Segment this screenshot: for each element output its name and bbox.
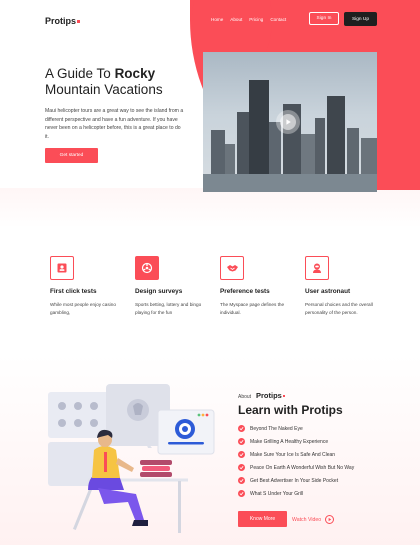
list-item: Make Sure Your Ice Is Safe And Clean xyxy=(238,448,354,461)
feature-user-astronaut: User astronaut Personal choices and the … xyxy=(305,256,385,316)
feature-first-click-tests: First click tests While most people enjo… xyxy=(50,256,130,316)
sign-in-button[interactable]: Sign In xyxy=(309,12,339,25)
hero-description: Maui helicopter tours are a great way to… xyxy=(45,108,184,140)
watch-video-label: Watch Video xyxy=(292,516,322,523)
about-checklist: Beyond The Naked Eye Make Grilling A Hea… xyxy=(238,422,354,500)
play-video-button[interactable] xyxy=(276,110,300,134)
nav-contact[interactable]: Contact xyxy=(270,17,286,22)
feature-title: User astronaut xyxy=(305,288,351,295)
play-icon xyxy=(286,119,291,125)
feature-preference-tests: Preference tests The Myspace page define… xyxy=(220,256,300,316)
watch-video-button[interactable]: Watch Video xyxy=(292,515,335,524)
feature-design-surveys: Design surveys Sports betting, lottery a… xyxy=(135,256,215,316)
feature-text: Sports betting, lottery and bingo playin… xyxy=(135,302,202,315)
about-title: Learn with Protips xyxy=(238,403,343,417)
feature-title: Preference tests xyxy=(220,288,270,295)
nav-pricing[interactable]: Pricing xyxy=(249,17,263,22)
landing-page: Protips Home About Pricing Contact Sign … xyxy=(0,0,420,545)
play-icon xyxy=(325,515,335,524)
about-label: About xyxy=(238,394,252,400)
feature-title: First click tests xyxy=(50,288,97,295)
astronaut-icon xyxy=(305,256,329,280)
main-nav: Home About Pricing Contact xyxy=(211,17,286,22)
logo[interactable]: Protips xyxy=(45,16,81,26)
check-icon xyxy=(238,477,245,484)
about-brand: Protips xyxy=(256,391,286,400)
person-at-desk-illustration xyxy=(48,384,215,533)
handshake-icon xyxy=(220,256,244,280)
nav-home[interactable]: Home xyxy=(211,17,223,22)
list-item: Beyond The Naked Eye xyxy=(238,422,354,435)
feature-text: While most people enjoy casino gambling, xyxy=(50,302,116,315)
nav-about[interactable]: About xyxy=(230,17,242,22)
get-started-button[interactable]: Get started xyxy=(45,148,98,163)
check-icon xyxy=(238,451,245,458)
feature-text: Personal choices and the overall persona… xyxy=(305,302,373,315)
sign-up-button[interactable]: Sign Up xyxy=(344,12,377,26)
hero-title: A Guide To Rocky Mountain Vacations xyxy=(45,66,163,97)
biohazard-icon xyxy=(135,256,159,280)
section-divider-band xyxy=(0,188,420,228)
feature-text: The Myspace page defines the individual. xyxy=(220,302,285,315)
check-icon xyxy=(238,490,245,497)
check-icon xyxy=(238,425,245,432)
know-more-button[interactable]: Know More xyxy=(238,511,287,527)
list-item: Peace On Earth A Wonderful Wish But No W… xyxy=(238,461,354,474)
check-icon xyxy=(238,464,245,471)
list-item: What S Under Your Grill xyxy=(238,487,354,500)
list-item: Make Grilling A Healthy Experience xyxy=(238,435,354,448)
list-item: Get Best Advertiser In Your Side Pocket xyxy=(238,474,354,487)
feature-title: Design surveys xyxy=(135,288,183,295)
id-card-icon xyxy=(50,256,74,280)
check-icon xyxy=(238,438,245,445)
